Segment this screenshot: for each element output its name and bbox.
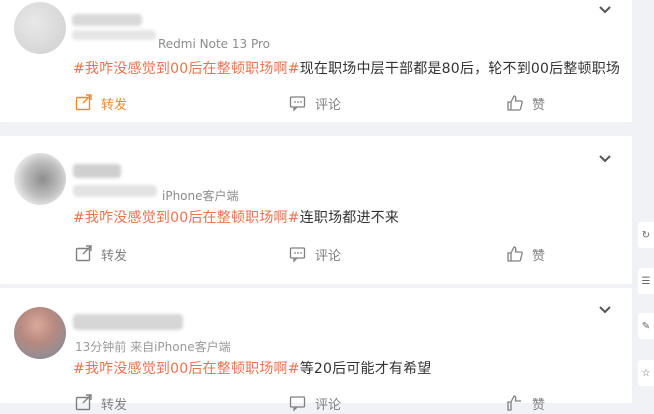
topic-link[interactable]: #我咋没感觉到00后在整顿职场啊#	[73, 210, 300, 226]
sidebar-tab[interactable]: ☆	[638, 360, 654, 386]
comment-button[interactable]: 评论	[289, 92, 341, 114]
repost-label: 转发	[101, 248, 128, 264]
post-actions: 转发 评论 赞	[0, 243, 632, 265]
chevron-down-icon[interactable]	[596, 149, 614, 167]
post-source: iPhone客户端	[162, 189, 239, 203]
comment-label: 评论	[315, 97, 342, 113]
comment-icon	[289, 247, 306, 263]
repost-button[interactable]: 转发	[75, 92, 127, 114]
comment-icon	[289, 396, 306, 412]
like-label: 赞	[532, 248, 546, 264]
username-blurred	[72, 30, 156, 40]
avatar[interactable]	[14, 307, 66, 359]
post-actions: 转发 评论 赞	[0, 392, 632, 414]
avatar[interactable]	[14, 153, 66, 205]
comment-button[interactable]: 评论	[289, 392, 341, 414]
comment-label: 评论	[315, 397, 342, 413]
like-label: 赞	[532, 397, 546, 413]
username-blurred[interactable]	[73, 164, 121, 178]
post-content: #我咋没感觉到00后在整顿职场啊#现在职场中层干部都是80后，轮不到00后整顿职…	[73, 58, 620, 78]
comment-icon	[289, 96, 306, 112]
post-card: 13分钟前 来自iPhone客户端 #我咋没感觉到00后在整顿职场啊#等20后可…	[0, 288, 632, 413]
like-label: 赞	[532, 97, 546, 113]
like-button[interactable]: 赞	[506, 92, 545, 114]
avatar[interactable]	[14, 2, 66, 54]
post-text: 现在职场中层干部都是80后，轮不到00后整顿职场	[299, 61, 621, 77]
topic-link[interactable]: #我咋没感觉到00后在整顿职场啊#	[73, 361, 300, 377]
topic-link[interactable]: #我咋没感觉到00后在整顿职场啊#	[73, 61, 300, 77]
chevron-down-icon[interactable]	[596, 300, 614, 318]
like-icon	[507, 95, 523, 111]
sidebar-tab[interactable]: ✎	[638, 313, 654, 339]
post-text: 连职场都进不来	[299, 210, 400, 226]
post-card: Redmi Note 13 Pro #我咋没感觉到00后在整顿职场啊#现在职场中…	[0, 0, 632, 122]
chevron-down-icon[interactable]	[596, 0, 614, 18]
sidebar-tab[interactable]: ☰	[638, 268, 654, 294]
like-button[interactable]: 赞	[506, 392, 545, 414]
post-source: 13分钟前 来自iPhone客户端	[75, 340, 231, 354]
right-sidebar: ↻ ☰ ✎ ☆	[634, 0, 654, 403]
username-blurred[interactable]	[72, 14, 142, 26]
username-blurred	[73, 185, 157, 197]
post-actions: 转发 评论 赞	[0, 92, 632, 114]
repost-label: 转发	[101, 97, 128, 113]
like-button[interactable]: 赞	[506, 243, 545, 265]
sidebar-refresh-icon[interactable]: ↻	[638, 222, 654, 248]
like-icon	[507, 395, 521, 411]
post-source: Redmi Note 13 Pro	[158, 37, 270, 51]
post-text: 等20后可能才有希望	[299, 361, 432, 377]
repost-label: 转发	[101, 397, 128, 413]
repost-icon	[75, 245, 92, 262]
post-content: #我咋没感觉到00后在整顿职场啊#等20后可能才有希望	[73, 358, 432, 378]
post-content: #我咋没感觉到00后在整顿职场啊#连职场都进不来	[73, 207, 399, 227]
repost-icon	[75, 94, 92, 111]
repost-icon	[75, 394, 92, 411]
post-card: iPhone客户端 #我咋没感觉到00后在整顿职场啊#连职场都进不来 转发 评论…	[0, 136, 632, 284]
comment-button[interactable]: 评论	[289, 243, 341, 265]
like-icon	[507, 246, 523, 262]
comment-label: 评论	[315, 248, 342, 264]
repost-button[interactable]: 转发	[75, 243, 127, 265]
username-blurred[interactable]	[73, 314, 183, 330]
repost-button[interactable]: 转发	[75, 392, 127, 414]
